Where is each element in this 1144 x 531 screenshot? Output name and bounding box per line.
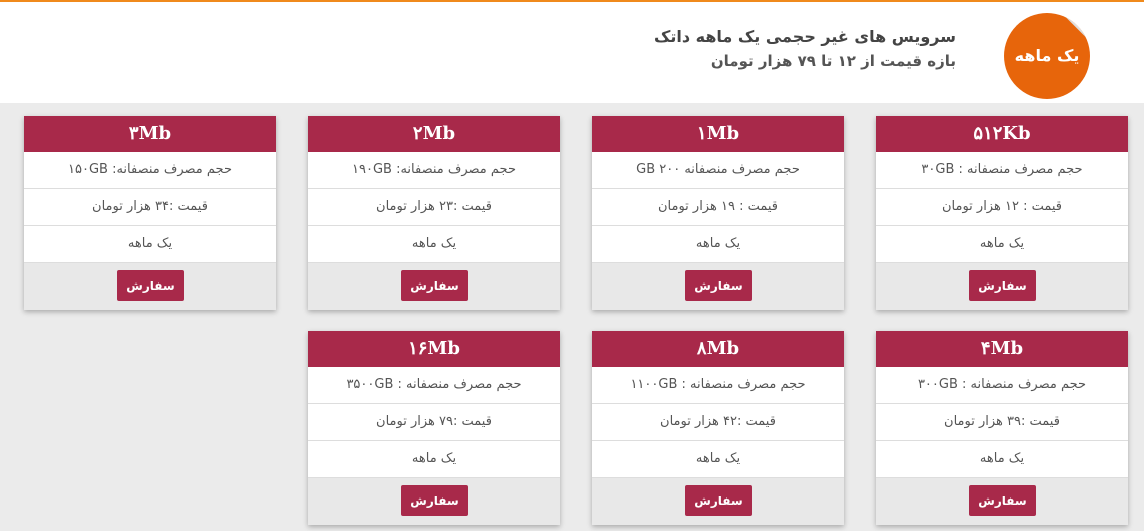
plan-period: یک ماهه [876,226,1128,263]
plan-period: یک ماهه [308,441,560,478]
plan-speed: ۱Mb [592,116,844,152]
plan-card-1mb: ۱Mb حجم مصرف منصفانه GB ۲۰۰ قیمت : ۱۹ هز… [592,116,844,310]
plan-quota: حجم مصرف منصفانه : ۱۱۰۰GB [592,367,844,404]
plan-quota: حجم مصرف منصفانه : ۳۰۰GB [876,367,1128,404]
plan-period: یک ماهه [308,226,560,263]
plan-period: یک ماهه [24,226,276,263]
order-button[interactable]: سفارش [401,485,468,516]
order-button[interactable]: سفارش [117,270,184,301]
plan-card-footer: سفارش [308,263,560,310]
one-month-sticker-badge: یک ماهه [1004,13,1090,99]
page-header: یک ماهه سرویس های غیر حجمی یک ماهه داتک … [0,0,1144,103]
plan-period: یک ماهه [876,441,1128,478]
plan-quota: حجم مصرف منصفانه: ۱۹۰GB [308,152,560,189]
plan-speed: ۵۱۲Kb [876,116,1128,152]
plan-card-4mb: ۴Mb حجم مصرف منصفانه : ۳۰۰GB قیمت :۳۹ هز… [876,331,1128,525]
plan-price: قیمت :۲۳ هزار تومان [308,189,560,226]
plan-speed: ۲Mb [308,116,560,152]
plan-price: قیمت :۴۲ هزار تومان [592,404,844,441]
plan-card-footer: سفارش [592,478,844,525]
plan-card-3mb: ۳Mb حجم مصرف منصفانه: ۱۵۰GB قیمت :۳۴ هزا… [24,116,276,310]
plan-price: قیمت :۷۹ هزار تومان [308,404,560,441]
plan-card-footer: سفارش [308,478,560,525]
price-range-subtitle: بازه قیمت از ۱۲ تا ۷۹ هزار تومان [710,52,956,70]
plan-speed: ۳Mb [24,116,276,152]
order-button[interactable]: سفارش [685,270,752,301]
plan-card-8mb: ۸Mb حجم مصرف منصفانه : ۱۱۰۰GB قیمت :۴۲ ه… [592,331,844,525]
plan-card-16mb: ۱۶Mb حجم مصرف منصفانه : ۳۵۰۰GB قیمت :۷۹ … [308,331,560,525]
plan-card-footer: سفارش [876,478,1128,525]
plan-card-footer: سفارش [592,263,844,310]
plan-price: قیمت :۳۹ هزار تومان [876,404,1128,441]
plan-quota: حجم مصرف منصفانه GB ۲۰۰ [592,152,844,189]
order-button[interactable]: سفارش [969,270,1036,301]
plan-card-512kb: ۵۱۲Kb حجم مصرف منصفانه : ۳۰GB قیمت : ۱۲ … [876,116,1128,310]
plan-period: یک ماهه [592,441,844,478]
plan-speed: ۸Mb [592,331,844,367]
plan-speed: ۴Mb [876,331,1128,367]
plan-card-footer: سفارش [876,263,1128,310]
plan-quota: حجم مصرف منصفانه: ۱۵۰GB [24,152,276,189]
plan-quota: حجم مصرف منصفانه : ۳۵۰۰GB [308,367,560,404]
plan-card-footer: سفارش [24,263,276,310]
order-button[interactable]: سفارش [969,485,1036,516]
plan-price: قیمت : ۱۹ هزار تومان [592,189,844,226]
order-button[interactable]: سفارش [685,485,752,516]
page-curl-icon [1056,13,1090,47]
order-button[interactable]: سفارش [401,270,468,301]
plan-period: یک ماهه [592,226,844,263]
page-title: سرویس های غیر حجمی یک ماهه داتک [653,27,956,46]
plan-card-2mb: ۲Mb حجم مصرف منصفانه: ۱۹۰GB قیمت :۲۳ هزا… [308,116,560,310]
badge-label: یک ماهه [1014,46,1080,65]
plan-price: قیمت : ۱۲ هزار تومان [876,189,1128,226]
plan-quota: حجم مصرف منصفانه : ۳۰GB [876,152,1128,189]
plan-price: قیمت :۳۴ هزار تومان [24,189,276,226]
plan-speed: ۱۶Mb [308,331,560,367]
